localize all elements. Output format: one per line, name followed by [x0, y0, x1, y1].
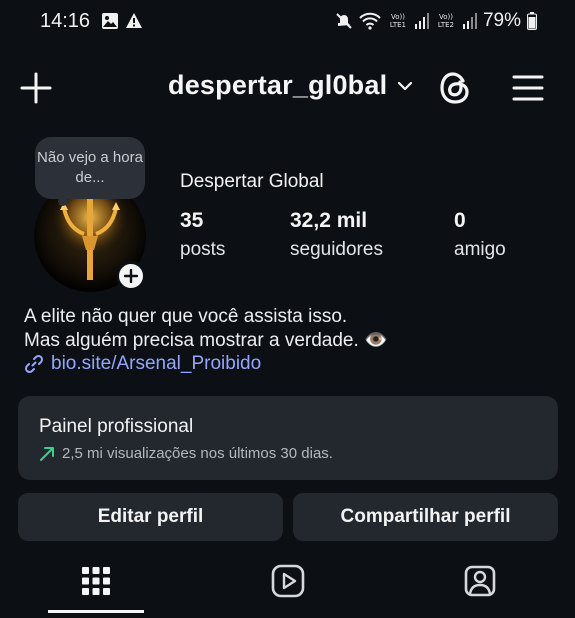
link-icon	[24, 354, 44, 374]
profile-header: despertar_gl0bal	[0, 62, 575, 118]
edit-profile-button[interactable]: Editar perfil	[18, 493, 283, 541]
gallery-icon	[102, 13, 118, 29]
note-bubble[interactable]: Não vejo a hora de...	[35, 137, 145, 199]
bio: A elite não quer que você assista isso. …	[24, 305, 388, 353]
stat-following-value: 0	[454, 209, 466, 232]
account-switcher[interactable]: despertar_gl0bal	[168, 70, 413, 101]
stat-followers-value: 32,2 mil	[290, 209, 368, 232]
stat-followers[interactable]: 32,2 mil seguidores	[290, 209, 383, 261]
tagged-icon	[464, 565, 496, 597]
bio-link[interactable]: bio.site/Arsenal_Proibido	[24, 353, 261, 375]
status-right: Vo)) LTE1 Vo)) LTE2 79%	[335, 10, 537, 32]
stat-posts[interactable]: 35 posts	[180, 209, 225, 261]
reels-icon	[271, 564, 305, 598]
mute-icon	[336, 13, 352, 29]
lte2-label: Vo)) LTE2	[437, 13, 455, 29]
battery-percent: 79%	[482, 10, 521, 31]
tab-grid[interactable]	[48, 552, 144, 610]
signal-icon	[414, 13, 429, 29]
bio-line-2: Mas alguém precisa mostrar a verdade. 👁️	[24, 330, 388, 351]
stat-posts-label: posts	[180, 239, 226, 260]
add-story-button[interactable]	[116, 261, 146, 291]
bio-link-text: bio.site/Arsenal_Proibido	[51, 353, 262, 374]
warning-icon	[126, 13, 142, 28]
stat-followers-label: seguidores	[290, 239, 383, 260]
status-left-icons	[101, 12, 143, 30]
note-bubble-tail	[58, 196, 68, 206]
active-tab-indicator	[48, 610, 144, 613]
chevron-down-icon	[398, 81, 413, 90]
grid-icon	[82, 567, 110, 595]
tab-tagged[interactable]	[432, 552, 528, 610]
status-time: 14:16	[40, 10, 91, 32]
profile-tabs	[0, 552, 575, 618]
bio-line-1: A elite não quer que você assista isso.	[24, 306, 348, 327]
lte1-label: Vo)) LTE1	[389, 13, 407, 29]
menu-icon[interactable]	[512, 74, 544, 102]
dashboard-subtitle: 2,5 mi visualizações nos últimos 30 dias…	[39, 445, 558, 462]
plus-icon[interactable]	[20, 72, 52, 104]
stat-posts-value: 35	[180, 209, 204, 232]
dashboard-title: Painel profissional	[39, 416, 194, 437]
plus-small-icon	[124, 269, 138, 283]
stat-following-label: amigo	[454, 239, 506, 260]
signal-icon-2	[462, 13, 477, 29]
display-name: Despertar Global	[180, 171, 324, 192]
dashboard-subtitle-text: 2,5 mi visualizações nos últimos 30 dias…	[62, 445, 333, 462]
professional-dashboard[interactable]: Painel profissional 2,5 mi visualizações…	[18, 396, 558, 480]
tab-reels[interactable]	[240, 552, 336, 610]
share-profile-button[interactable]: Compartilhar perfil	[293, 493, 558, 541]
wifi-icon	[359, 12, 381, 30]
battery-icon	[527, 12, 537, 30]
username: despertar_gl0bal	[168, 70, 388, 100]
trend-up-icon	[40, 446, 54, 461]
stat-following[interactable]: 0 amigo	[454, 209, 506, 261]
threads-icon[interactable]	[438, 70, 472, 106]
status-bar: 14:16 Vo)) LTE1 Vo)) LTE2 79%	[0, 0, 575, 44]
